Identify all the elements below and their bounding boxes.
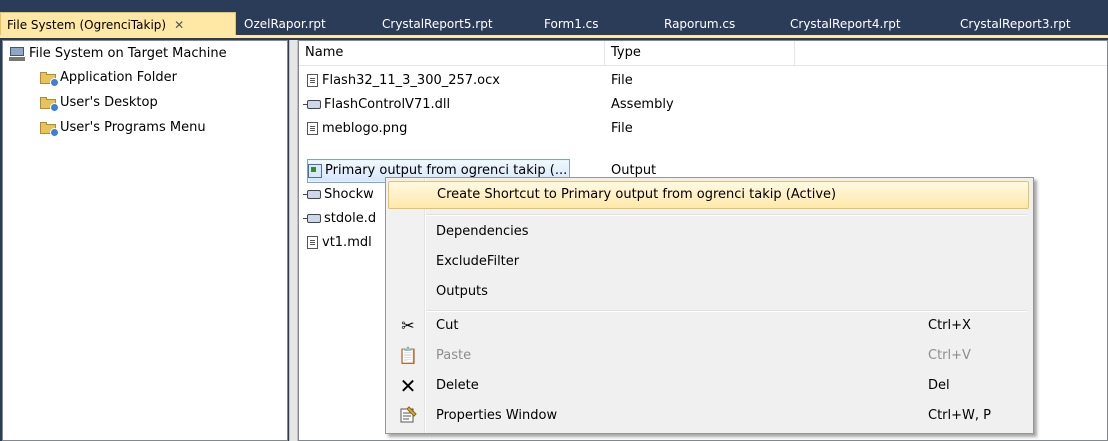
tree-item-users-programs-menu[interactable]: User's Programs Menu <box>40 117 206 139</box>
assembly-icon <box>303 100 321 109</box>
assembly-icon <box>303 190 321 199</box>
item-name: meblogo.png <box>322 121 408 136</box>
column-header-type[interactable]: Type <box>605 41 795 65</box>
column-header-name[interactable]: Name <box>299 41 605 65</box>
menu-item-shortcut: Ctrl+W, P <box>928 408 991 423</box>
tab-form1[interactable]: Form1.cs <box>538 12 605 36</box>
output-icon <box>308 163 322 178</box>
list-item[interactable]: meblogo.png File <box>299 117 1107 141</box>
menu-item-create-shortcut[interactable]: Create Shortcut to Primary output from o… <box>388 181 1029 209</box>
file-icon <box>307 236 318 249</box>
menu-item-shortcut: Del <box>928 378 950 393</box>
computer-icon <box>9 46 25 61</box>
delete-x-icon: ✕ <box>399 374 417 398</box>
menu-item-label: Dependencies <box>436 224 529 239</box>
menu-item-label: Delete <box>436 378 479 393</box>
menu-item-properties-window[interactable]: Properties Window Ctrl+W, P <box>388 402 1029 430</box>
special-folder-icon <box>40 71 59 87</box>
tab-raporum[interactable]: Raporum.cs <box>658 12 741 36</box>
clipboard-icon: 📋 <box>398 346 418 365</box>
tab-underline <box>0 35 1108 38</box>
properties-icon <box>398 406 418 426</box>
list-item[interactable]: FlashControlV71.dll Assembly <box>299 93 1107 117</box>
menu-item-label: Outputs <box>436 284 488 299</box>
pane-splitter[interactable] <box>289 40 298 441</box>
menu-item-outputs[interactable]: Outputs <box>388 278 1029 306</box>
file-icon <box>307 74 318 87</box>
item-type: Assembly <box>611 97 674 112</box>
item-name: Shockw <box>324 187 374 202</box>
special-folder-icon <box>40 121 59 137</box>
tree-item-users-desktop[interactable]: User's Desktop <box>40 92 158 114</box>
list-header: Name Type <box>299 41 1107 66</box>
menu-item-shortcut: Ctrl+X <box>928 318 971 333</box>
tree-item-label: User's Programs Menu <box>60 120 206 135</box>
context-menu: Create Shortcut to Primary output from o… <box>385 177 1034 434</box>
item-name: FlashControlV71.dll <box>324 97 451 112</box>
tab-ozelrapor[interactable]: OzelRapor.rpt <box>238 12 332 36</box>
item-name: vt1.mdl <box>322 235 372 250</box>
menu-item-label: Paste <box>436 348 472 363</box>
document-tab-bar: File System (OgrenciTakip) ✕ OzelRapor.rp… <box>0 0 1108 36</box>
file-system-tree[interactable]: File System on Target Machine Applicatio… <box>2 40 288 441</box>
item-name: Primary output from ogrenci takip (... <box>325 163 568 178</box>
menu-item-delete[interactable]: ✕ Delete Del <box>388 372 1029 400</box>
tree-item-label: Application Folder <box>60 70 177 85</box>
menu-item-shortcut: Ctrl+V <box>928 348 971 363</box>
tab-label: File System (OgrenciTakip) <box>7 18 167 32</box>
menu-separator <box>426 214 1027 216</box>
tree-item-application-folder[interactable]: Application Folder <box>40 67 177 89</box>
tree-item-label: User's Desktop <box>60 95 158 110</box>
tree-item-label: File System on Target Machine <box>29 46 227 61</box>
item-name: stdole.d <box>324 211 377 226</box>
tab-crystalreport3[interactable]: CrystalReport3.rpt <box>954 12 1077 36</box>
menu-item-dependencies[interactable]: Dependencies <box>388 218 1029 246</box>
tab-crystalreport5[interactable]: CrystalReport5.rpt <box>376 12 499 36</box>
tab-file-system[interactable]: File System (OgrenciTakip) ✕ <box>0 12 236 36</box>
menu-item-paste[interactable]: 📋 Paste Ctrl+V <box>388 342 1029 370</box>
assembly-icon <box>303 214 321 223</box>
menu-item-cut[interactable]: ✂ Cut Ctrl+X <box>388 312 1029 340</box>
item-type: File <box>611 73 633 88</box>
item-name: Flash32_11_3_300_257.ocx <box>322 73 500 88</box>
menu-item-label: Create Shortcut to Primary output from o… <box>437 187 837 202</box>
scissors-icon: ✂ <box>401 316 415 335</box>
tab-crystalreport4[interactable]: CrystalReport4.rpt <box>784 12 907 36</box>
file-icon <box>307 122 318 135</box>
menu-item-label: ExcludeFilter <box>436 254 520 269</box>
tree-item-target-machine[interactable]: File System on Target Machine <box>9 43 227 65</box>
list-item[interactable]: Flash32_11_3_300_257.ocx File <box>299 69 1107 93</box>
special-folder-icon <box>40 96 59 112</box>
item-type: File <box>611 121 633 136</box>
menu-item-exclude-filter[interactable]: ExcludeFilter <box>388 248 1029 276</box>
menu-item-label: Cut <box>436 318 459 333</box>
menu-item-label: Properties Window <box>436 408 558 423</box>
close-icon[interactable]: ✕ <box>174 18 184 32</box>
